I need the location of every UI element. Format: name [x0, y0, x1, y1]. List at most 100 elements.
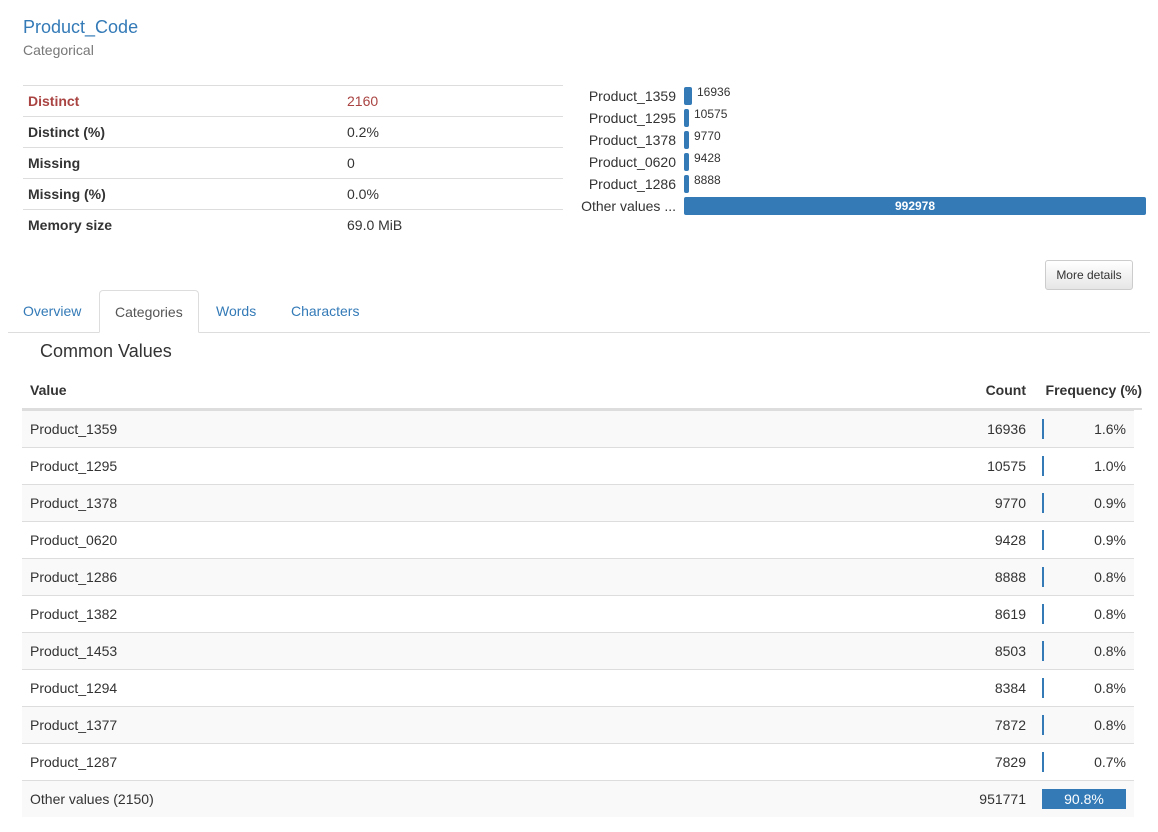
- stat-value: 2160: [347, 93, 379, 109]
- frequency-text: 0.8%: [1094, 680, 1126, 696]
- cell-value: Product_1382: [30, 606, 118, 622]
- cell-value: Product_1287: [30, 754, 118, 770]
- common-values-title: Common Values: [40, 341, 172, 361]
- cell-frequency: 0.8%: [1034, 670, 1134, 706]
- mini-chart-value: 10575: [694, 107, 728, 121]
- cell-frequency: 0.7%: [1034, 744, 1134, 780]
- mini-chart-bar: [684, 109, 689, 127]
- stat-label: Distinct (%): [28, 124, 105, 140]
- cell-count: 951771: [979, 791, 1026, 807]
- cell-value: Product_1377: [30, 717, 118, 733]
- frequency-text: 0.8%: [1094, 717, 1126, 733]
- cell-count: 8503: [994, 643, 1026, 659]
- mini-chart-value: 992978: [894, 199, 936, 213]
- frequency-text: 0.9%: [1094, 532, 1126, 548]
- stat-value: 0: [347, 155, 355, 171]
- more-details-button[interactable]: More details: [1045, 260, 1133, 290]
- table-row: Product_1453 8503 0.8%: [22, 632, 1134, 669]
- frequency-text: 1.6%: [1094, 421, 1126, 437]
- table-row: Product_1295 10575 1.0%: [22, 447, 1134, 484]
- stat-row: Memory size 69.0 MiB: [23, 209, 563, 240]
- table-header: Value Count Frequency (%): [22, 372, 1142, 410]
- cell-frequency: 0.9%: [1034, 522, 1134, 558]
- table-row: Product_1286 8888 0.8%: [22, 558, 1134, 595]
- header-count: Count: [985, 382, 1026, 398]
- stat-row: Distinct 2160: [23, 85, 563, 116]
- cell-value: Product_1359: [30, 421, 118, 437]
- cell-count: 16936: [987, 421, 1026, 437]
- cell-frequency: 0.8%: [1034, 707, 1134, 743]
- mini-chart-label: Product_1295: [588, 110, 676, 126]
- stats-table: Distinct 2160 Distinct (%) 0.2% Missing 0 Miss…: [23, 85, 563, 240]
- cell-value: Product_1295: [30, 458, 118, 474]
- stat-value: 69.0 MiB: [347, 217, 403, 233]
- frequency-bar: [1042, 456, 1044, 476]
- cell-value: Product_1453: [30, 643, 118, 659]
- stat-value: 0.2%: [347, 124, 379, 140]
- frequency-bar: [1042, 641, 1044, 661]
- stat-label: Missing: [28, 155, 81, 171]
- stat-row: Distinct (%) 0.2%: [23, 116, 563, 147]
- tab-characters[interactable]: Characters: [276, 290, 374, 332]
- mini-chart-value: 8888: [694, 173, 721, 187]
- cell-count: 7829: [994, 754, 1026, 770]
- mini-chart-value: 16936: [697, 85, 731, 99]
- cell-count: 8384: [994, 680, 1026, 696]
- tab-overview[interactable]: Overview: [8, 290, 96, 332]
- cell-count: 10575: [987, 458, 1026, 474]
- cell-frequency: 90.8%: [1034, 781, 1134, 817]
- cell-count: 7872: [994, 717, 1026, 733]
- mini-chart-bar: [684, 131, 689, 149]
- frequency-bar: [1042, 493, 1044, 513]
- stat-label: Missing (%): [28, 186, 106, 202]
- common-values-table: Value Count Frequency (%) Product_1359 16…: [22, 372, 1142, 817]
- frequency-bar: [1042, 715, 1044, 735]
- cell-value: Product_1378: [30, 495, 118, 511]
- cell-frequency: 1.6%: [1034, 411, 1134, 447]
- cell-frequency: 0.8%: [1034, 596, 1134, 632]
- cell-value: Other values (2150): [30, 791, 154, 807]
- stat-label: Memory size: [28, 217, 113, 233]
- cell-count: 8888: [994, 569, 1026, 585]
- table-row: Product_1294 8384 0.8%: [22, 669, 1134, 706]
- cell-frequency: 0.8%: [1034, 633, 1134, 669]
- frequency-text: 0.8%: [1094, 643, 1126, 659]
- mini-chart-value: 9428: [694, 151, 721, 165]
- cell-frequency: 0.9%: [1034, 485, 1134, 521]
- mini-chart-label: Product_1286: [588, 176, 676, 192]
- cell-count: 8619: [994, 606, 1026, 622]
- variable-title[interactable]: Product_Code: [23, 17, 138, 38]
- variable-type: Categorical: [23, 42, 94, 58]
- frequency-bar: [1042, 419, 1044, 439]
- stat-row: Missing 0: [23, 147, 563, 178]
- frequency-bar: [1042, 752, 1044, 772]
- tab-words[interactable]: Words: [201, 290, 271, 332]
- header-frequency: Frequency (%): [1045, 382, 1142, 398]
- frequency-bar: [1042, 530, 1044, 550]
- header-value: Value: [30, 382, 67, 398]
- frequency-text: 90.8%: [1064, 791, 1104, 807]
- frequency-text: 0.7%: [1094, 754, 1126, 770]
- frequency-bar: [1042, 678, 1044, 698]
- frequency-bar: [1042, 604, 1044, 624]
- stat-label: Distinct: [28, 93, 80, 109]
- mini-chart-label: Product_1359: [588, 88, 676, 104]
- mini-bar-chart: Product_1359 16936 Product_1295 10575 Produc…: [570, 85, 1150, 220]
- cell-count: 9428: [994, 532, 1026, 548]
- cell-value: Product_1294: [30, 680, 118, 696]
- frequency-bar: [1042, 567, 1044, 587]
- mini-chart-bar: [684, 87, 692, 105]
- stat-row: Missing (%) 0.0%: [23, 178, 563, 209]
- table-row: Product_1359 16936 1.6%: [22, 410, 1134, 447]
- cell-value: Product_1286: [30, 569, 118, 585]
- frequency-text: 1.0%: [1094, 458, 1126, 474]
- tab-bar: Overview Categories Words Characters: [8, 290, 1150, 333]
- tab-categories[interactable]: Categories: [99, 290, 199, 333]
- frequency-text: 0.8%: [1094, 569, 1126, 585]
- frequency-text: 0.9%: [1094, 495, 1126, 511]
- table-row: Product_1287 7829 0.7%: [22, 743, 1134, 780]
- table-row: Other values (2150) 951771 90.8%: [22, 780, 1134, 817]
- mini-chart-label: Product_0620: [588, 154, 676, 170]
- cell-frequency: 1.0%: [1034, 448, 1134, 484]
- table-body: Product_1359 16936 1.6% Product_1295 10575 1.…: [22, 410, 1142, 817]
